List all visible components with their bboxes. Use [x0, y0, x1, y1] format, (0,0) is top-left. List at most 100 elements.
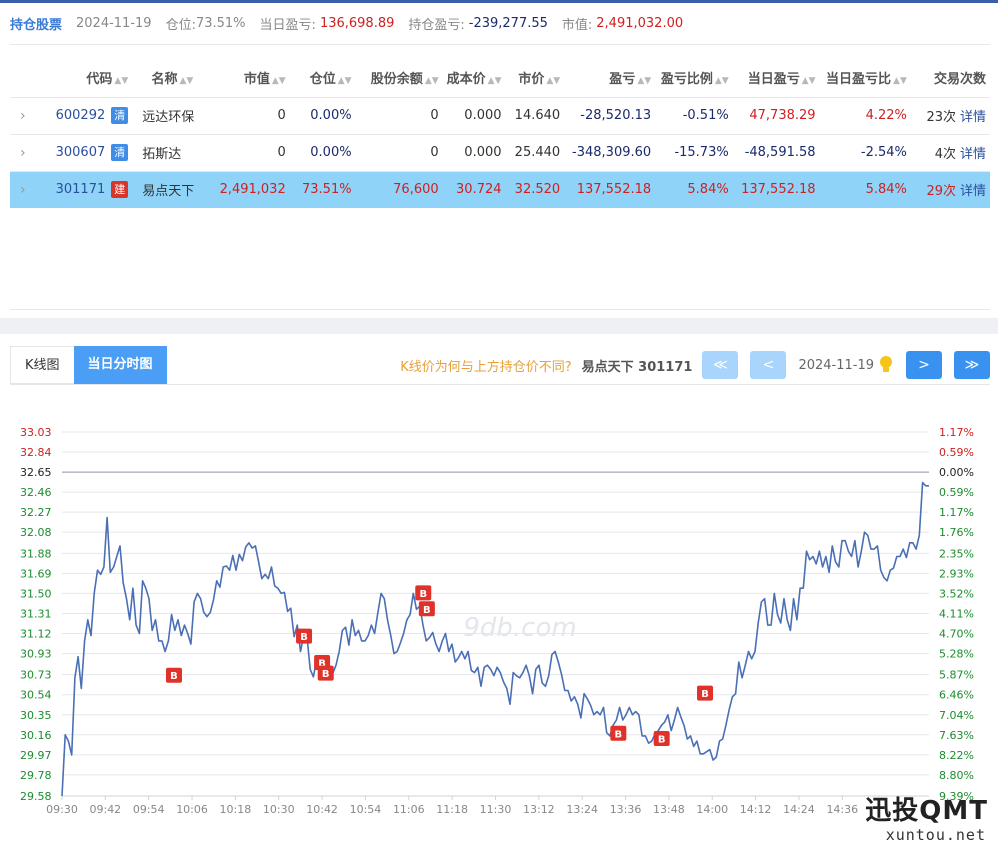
kline-price-help-link[interactable]: K线价为何与上方持仓价不同?: [400, 356, 571, 375]
position-label: 仓位:: [165, 17, 196, 33]
col-header-day-pnl-pct[interactable]: 当日盈亏比 ▲▼: [820, 59, 911, 97]
sort-icon: ▲▼: [714, 76, 729, 87]
pct-tick-label: 1.17%: [939, 506, 974, 519]
x-tick-label: 14:00: [696, 803, 728, 816]
x-tick-label: 10:06: [176, 803, 208, 816]
intraday-chart[interactable]: 9db.com 33.03 1.17% 32.84 0.59% 32.65 0.00% 32.…: [0, 416, 998, 853]
chart-tabs: K线图 当日分时图: [10, 346, 167, 384]
detail-link[interactable]: 详情: [960, 110, 986, 125]
x-tick-label: 10:30: [263, 803, 295, 816]
cell-price: 25.440: [505, 133, 565, 171]
col-header-pnl-pct[interactable]: 盈亏比例 ▲▼: [655, 59, 733, 97]
detail-link[interactable]: 详情: [960, 184, 986, 199]
buy-marker[interactable]: B: [415, 585, 432, 601]
table-row-selected[interactable]: › 301171 建 易点天下 2,491,032 73.51% 76,600 3…: [10, 170, 990, 208]
cell-day-pnl: 137,552.18: [732, 170, 820, 208]
tab-divider: [10, 384, 990, 385]
expand-chevron-icon[interactable]: ›: [10, 170, 43, 208]
col-header-price[interactable]: 市价 ▲▼: [506, 59, 565, 97]
prev-day-button[interactable]: <: [750, 351, 787, 379]
y-tick-label: 30.73: [20, 669, 52, 682]
buy-marker[interactable]: B: [653, 731, 670, 747]
table-row[interactable]: › 300607 清 拓斯达 0 0.00% 0 0.000 25.440 -34…: [10, 133, 990, 171]
cell-shares: 0: [355, 96, 443, 134]
detail-link[interactable]: 详情: [960, 147, 986, 162]
lightbulb-icon[interactable]: [878, 355, 894, 375]
col-header-shares[interactable]: 股份余额 ▲▼: [356, 59, 443, 97]
pct-tick-label: 5.87%: [939, 669, 974, 682]
stock-name: 远达环保: [132, 96, 213, 134]
buy-marker[interactable]: B: [697, 685, 714, 701]
faint-watermark: 9db.com: [463, 613, 576, 643]
hold-pnl-label: 持仓盈亏:: [408, 17, 465, 33]
sort-icon: ▲▼: [424, 76, 439, 87]
expand-chevron-icon[interactable]: ›: [10, 96, 43, 134]
col-header-market-value[interactable]: 市值 ▲▼: [213, 59, 290, 97]
pct-tick-label: 7.63%: [939, 729, 974, 742]
buy-marker[interactable]: B: [317, 665, 334, 681]
x-tick-label: 09:42: [89, 803, 121, 816]
cell-day-pnl-pct: -2.54%: [819, 133, 911, 171]
pct-tick-label: 8.80%: [939, 769, 974, 782]
cell-day-pnl: 47,738.29: [732, 96, 820, 134]
stock-code: 300607: [55, 145, 106, 160]
pct-tick-label: 2.35%: [939, 547, 974, 560]
sort-icon: ▲▼: [546, 76, 561, 87]
cell-position: 73.51%: [289, 170, 356, 208]
col-header-position[interactable]: 仓位 ▲▼: [290, 59, 356, 97]
market-value-label: 市值:: [561, 17, 593, 33]
expand-header: [10, 59, 43, 97]
sort-icon: ▲▼: [337, 76, 352, 87]
y-tick-label: 32.65: [20, 466, 52, 479]
x-tick-label: 11:06: [393, 803, 425, 816]
buy-marker[interactable]: B: [296, 628, 313, 644]
holdings-title[interactable]: 持仓股票: [10, 14, 62, 33]
positions-table: 代码 ▲▼ 名称 ▲▼ 市值 ▲▼ 仓位 ▲▼ 股份余额 ▲▼ 成本价 ▲▼ 市价 ▲▼ 盈亏…: [10, 59, 990, 208]
col-header-code[interactable]: 代码 ▲▼: [43, 59, 133, 97]
y-tick-label: 32.46: [20, 486, 52, 499]
first-day-button[interactable]: ≪: [702, 351, 739, 379]
pct-tick-label: 8.22%: [939, 749, 974, 762]
y-tick-label: 31.69: [20, 567, 52, 580]
cell-pnl: -348,309.60: [564, 133, 656, 171]
svg-text:B: B: [701, 689, 709, 700]
cell-cost: 30.724: [442, 170, 506, 208]
col-header-name[interactable]: 名称 ▲▼: [132, 59, 212, 97]
x-tick-label: 14:36: [826, 803, 858, 816]
holdings-summary: 持仓股票 2024-11-19 仓位: 73.51% 当日盈亏: 136,698…: [10, 13, 683, 33]
svg-text:B: B: [615, 729, 623, 740]
last-day-button[interactable]: ≫: [954, 351, 990, 379]
sort-icon: ▲▼: [487, 76, 502, 87]
col-header-trades[interactable]: 交易次数: [911, 59, 990, 97]
svg-text:B: B: [300, 632, 308, 643]
chart-date: 2024-11-19: [798, 357, 874, 373]
x-tick-label: 11:30: [480, 803, 512, 816]
svg-text:B: B: [170, 671, 178, 682]
sort-icon: ▲▼: [114, 76, 129, 87]
table-row[interactable]: › 600292 清 远达环保 0 0.00% 0 0.000 14.640 -2…: [10, 96, 990, 134]
expand-chevron-icon[interactable]: ›: [10, 133, 43, 171]
buy-marker[interactable]: B: [610, 725, 627, 741]
cleared-badge: 清: [111, 107, 129, 124]
y-tick-label: 30.35: [20, 709, 52, 722]
pct-tick-label: 4.11%: [939, 607, 974, 620]
next-day-button[interactable]: >: [906, 351, 942, 379]
x-tick-label: 09:54: [133, 803, 165, 816]
buy-marker[interactable]: B: [418, 601, 435, 617]
tab-intraday[interactable]: 当日分时图: [73, 346, 167, 384]
col-header-day-pnl[interactable]: 当日盈亏 ▲▼: [733, 59, 820, 97]
x-tick-label: 13:12: [523, 803, 555, 816]
tab-kline[interactable]: K线图: [10, 346, 74, 384]
cell-price: 32.520: [505, 170, 565, 208]
col-header-cost[interactable]: 成本价 ▲▼: [443, 59, 506, 97]
cell-pnl-pct: -15.73%: [655, 133, 733, 171]
cleared-badge: 清: [111, 144, 129, 161]
sort-icon: ▲▼: [637, 76, 652, 87]
day-pnl-value: 136,698.89: [319, 15, 395, 31]
cell-day-pnl: -48,591.58: [732, 133, 820, 171]
buy-marker[interactable]: B: [165, 667, 182, 683]
y-tick-label: 31.31: [20, 607, 52, 620]
cell-shares: 76,600: [355, 170, 443, 208]
col-header-pnl[interactable]: 盈亏 ▲▼: [564, 59, 655, 97]
y-tick-label: 29.58: [20, 790, 52, 803]
